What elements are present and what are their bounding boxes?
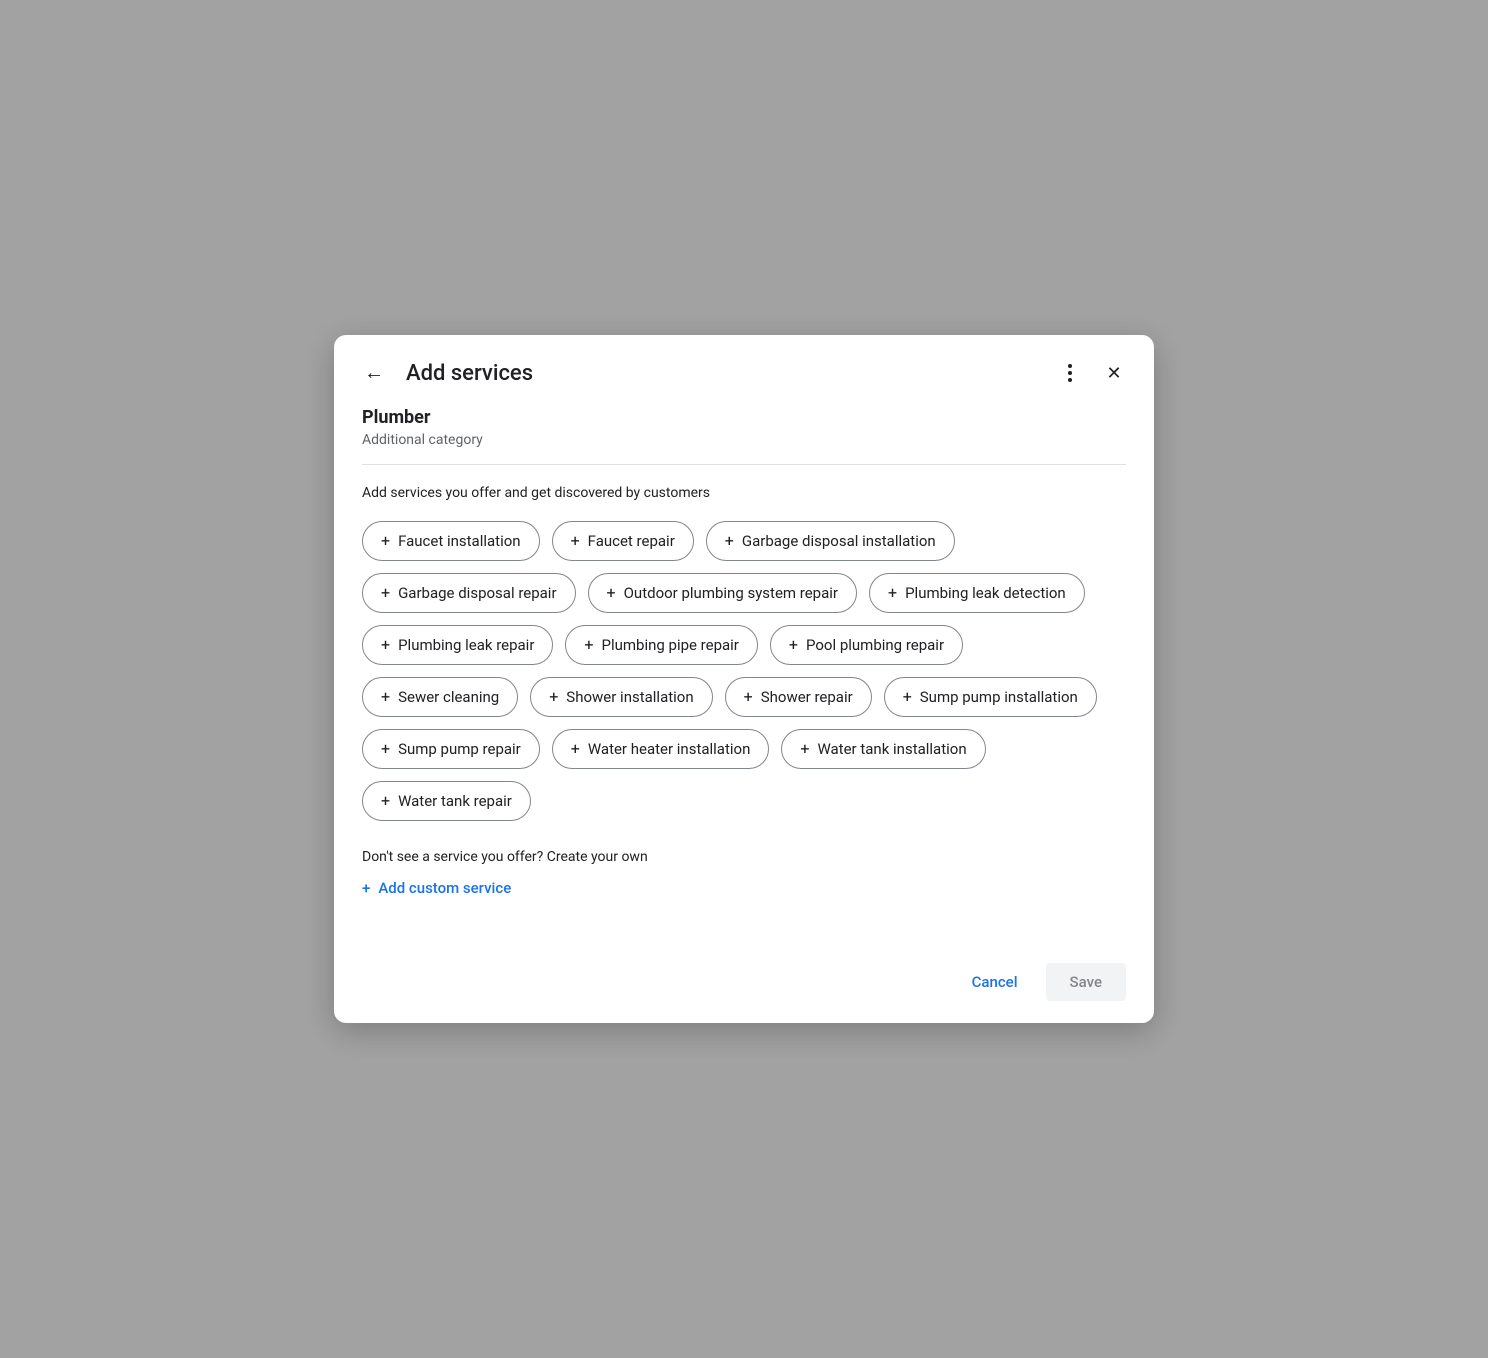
dialog-title: Add services bbox=[406, 361, 1038, 386]
more-options-icon bbox=[1068, 364, 1072, 382]
plus-icon-shower-installation: + bbox=[549, 689, 558, 705]
service-chip-plumbing-pipe-repair[interactable]: + Plumbing pipe repair bbox=[565, 625, 758, 665]
service-chip-faucet-installation[interactable]: + Faucet installation bbox=[362, 521, 540, 561]
service-chip-water-tank-repair[interactable]: + Water tank repair bbox=[362, 781, 531, 821]
plus-icon-garbage-disposal-repair: + bbox=[381, 585, 390, 601]
plus-icon-plumbing-pipe-repair: + bbox=[584, 637, 593, 653]
back-arrow-icon: ← bbox=[364, 362, 384, 385]
service-label-sump-pump-repair: Sump pump repair bbox=[398, 740, 521, 758]
service-chip-shower-repair[interactable]: + Shower repair bbox=[725, 677, 872, 717]
category-section: Plumber Additional category bbox=[362, 407, 1126, 465]
service-chip-faucet-repair[interactable]: + Faucet repair bbox=[552, 521, 694, 561]
more-options-button[interactable] bbox=[1050, 353, 1090, 393]
category-title: Plumber bbox=[362, 407, 1126, 428]
header-actions: ✕ bbox=[1050, 353, 1134, 393]
plus-icon-water-heater-installation: + bbox=[571, 741, 580, 757]
backdrop: ← Add services ✕ bbox=[0, 0, 1488, 1358]
service-chip-garbage-disposal-installation[interactable]: + Garbage disposal installation bbox=[706, 521, 955, 561]
service-chip-water-tank-installation[interactable]: + Water tank installation bbox=[781, 729, 985, 769]
service-label-shower-installation: Shower installation bbox=[566, 688, 693, 706]
services-grid: + Faucet installation + Faucet repair + Garba… bbox=[362, 521, 1126, 821]
service-chip-sump-pump-installation[interactable]: + Sump pump installation bbox=[884, 677, 1097, 717]
plus-icon-plumbing-leak-repair: + bbox=[381, 637, 390, 653]
service-label-plumbing-leak-repair: Plumbing leak repair bbox=[398, 636, 534, 654]
services-description: Add services you offer and get discovere… bbox=[362, 485, 1126, 501]
service-chip-water-heater-installation[interactable]: + Water heater installation bbox=[552, 729, 770, 769]
plus-icon-plumbing-leak-detection: + bbox=[888, 585, 897, 601]
plus-icon-water-tank-repair: + bbox=[381, 793, 390, 809]
service-label-faucet-repair: Faucet repair bbox=[588, 532, 675, 550]
close-button[interactable]: ✕ bbox=[1094, 353, 1134, 393]
service-label-sump-pump-installation: Sump pump installation bbox=[920, 688, 1078, 706]
service-label-sewer-cleaning: Sewer cleaning bbox=[398, 688, 499, 706]
dialog: ← Add services ✕ bbox=[334, 335, 1154, 1023]
plus-icon-pool-plumbing-repair: + bbox=[789, 637, 798, 653]
service-chip-plumbing-leak-repair[interactable]: + Plumbing leak repair bbox=[362, 625, 553, 665]
service-label-water-tank-repair: Water tank repair bbox=[398, 792, 512, 810]
plus-icon-sump-pump-repair: + bbox=[381, 741, 390, 757]
service-label-shower-repair: Shower repair bbox=[761, 688, 853, 706]
service-label-plumbing-pipe-repair: Plumbing pipe repair bbox=[601, 636, 738, 654]
service-label-plumbing-leak-detection: Plumbing leak detection bbox=[905, 584, 1066, 602]
service-label-water-heater-installation: Water heater installation bbox=[588, 740, 751, 758]
dialog-footer: Cancel Save bbox=[334, 949, 1154, 1023]
service-chip-outdoor-plumbing-system-repair[interactable]: + Outdoor plumbing system repair bbox=[588, 573, 857, 613]
service-label-faucet-installation: Faucet installation bbox=[398, 532, 521, 550]
plus-icon-faucet-repair: + bbox=[571, 533, 580, 549]
plus-icon-shower-repair: + bbox=[744, 689, 753, 705]
service-chip-garbage-disposal-repair[interactable]: + Garbage disposal repair bbox=[362, 573, 576, 613]
plus-icon-water-tank-installation: + bbox=[800, 741, 809, 757]
dialog-body: Plumber Additional category Add services… bbox=[334, 407, 1154, 949]
service-label-pool-plumbing-repair: Pool plumbing repair bbox=[806, 636, 944, 654]
dialog-header: ← Add services ✕ bbox=[334, 335, 1154, 407]
plus-icon-sewer-cleaning: + bbox=[381, 689, 390, 705]
plus-icon-faucet-installation: + bbox=[381, 533, 390, 549]
custom-text: Don't see a service you offer? Create yo… bbox=[362, 849, 1126, 865]
service-chip-sump-pump-repair[interactable]: + Sump pump repair bbox=[362, 729, 540, 769]
back-button[interactable]: ← bbox=[354, 353, 394, 393]
service-label-garbage-disposal-installation: Garbage disposal installation bbox=[742, 532, 936, 550]
service-chip-plumbing-leak-detection[interactable]: + Plumbing leak detection bbox=[869, 573, 1085, 613]
custom-section: Don't see a service you offer? Create yo… bbox=[362, 849, 1126, 901]
service-chip-sewer-cleaning[interactable]: + Sewer cleaning bbox=[362, 677, 518, 717]
plus-icon-sump-pump-installation: + bbox=[903, 689, 912, 705]
close-icon: ✕ bbox=[1106, 363, 1121, 384]
plus-icon-garbage-disposal-installation: + bbox=[725, 533, 734, 549]
service-label-outdoor-plumbing-system-repair: Outdoor plumbing system repair bbox=[624, 584, 838, 602]
save-button[interactable]: Save bbox=[1046, 963, 1126, 1001]
service-chip-pool-plumbing-repair[interactable]: + Pool plumbing repair bbox=[770, 625, 963, 665]
cancel-button[interactable]: Cancel bbox=[952, 963, 1038, 1001]
service-label-water-tank-installation: Water tank installation bbox=[817, 740, 966, 758]
plus-icon-outdoor-plumbing-system-repair: + bbox=[607, 585, 616, 601]
service-label-garbage-disposal-repair: Garbage disposal repair bbox=[398, 584, 556, 602]
plus-icon: + bbox=[362, 879, 370, 897]
add-custom-service-label: Add custom service bbox=[378, 879, 511, 897]
category-subtitle: Additional category bbox=[362, 432, 1126, 448]
service-chip-shower-installation[interactable]: + Shower installation bbox=[530, 677, 712, 717]
add-custom-service-button[interactable]: + Add custom service bbox=[362, 875, 511, 901]
